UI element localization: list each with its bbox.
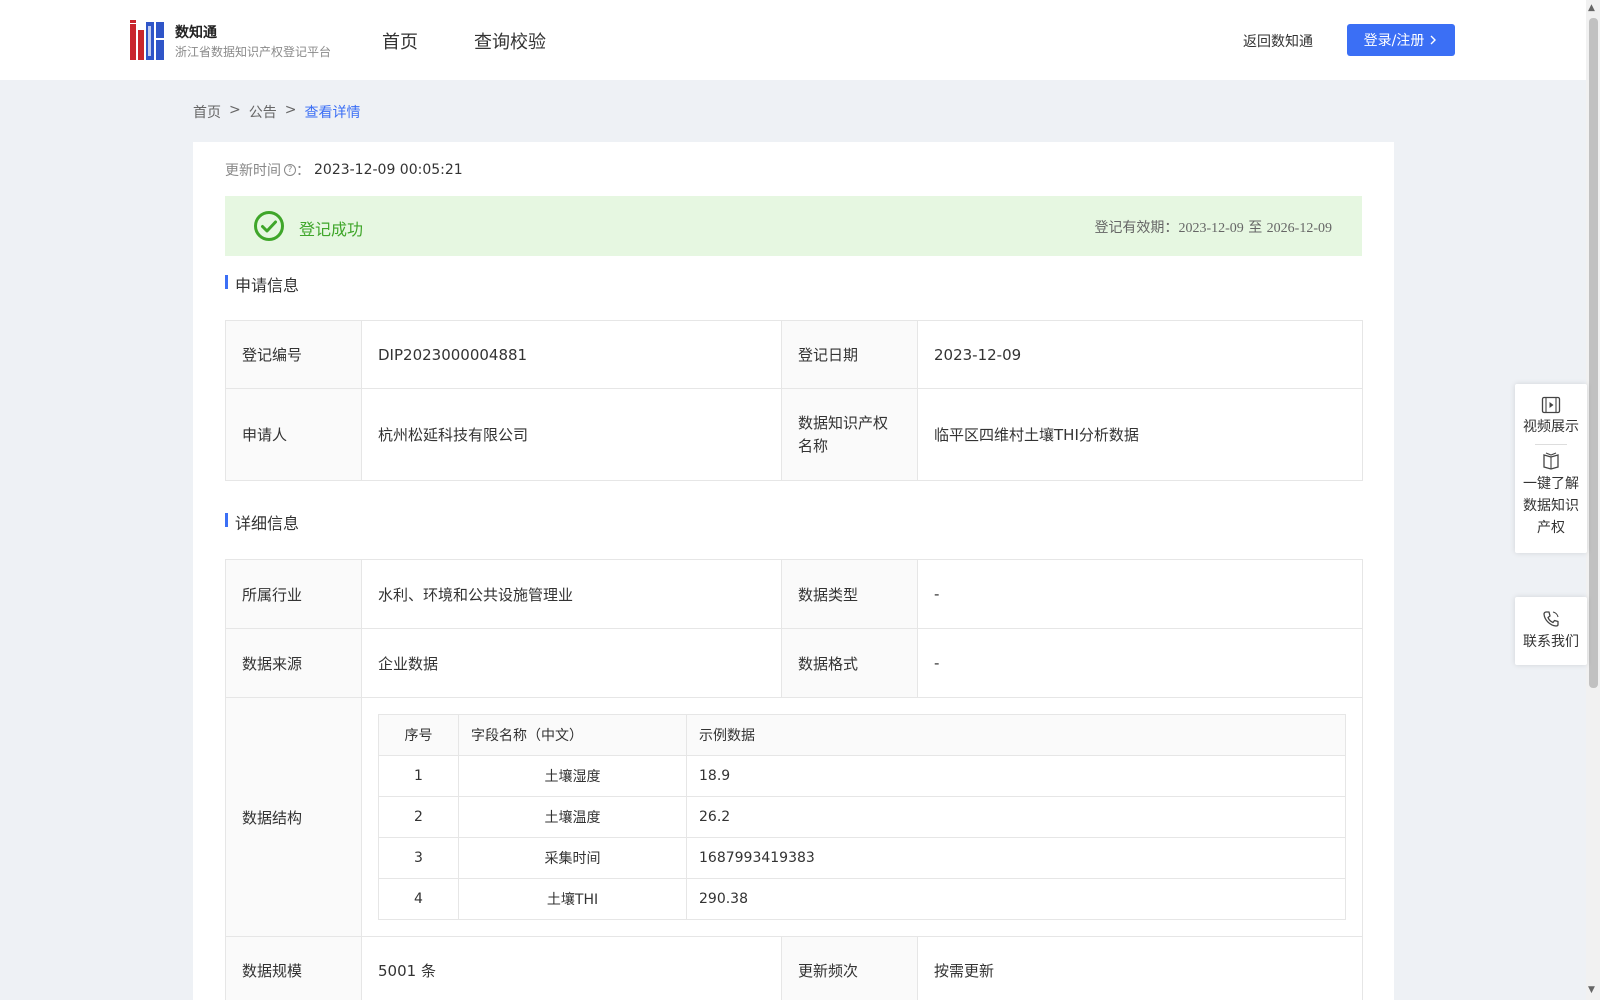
site-logo[interactable] (130, 20, 166, 60)
phone-icon (1543, 611, 1559, 627)
learn-ip-label: 一键了解数据知识产权 (1523, 476, 1579, 536)
table-row: 数据来源 企业数据 数据格式 - (225, 628, 1363, 698)
side-divider (1535, 444, 1567, 445)
brand-name: 数知通 (175, 25, 217, 41)
table-row: 数据结构 序号 字段名称（中文） 示例数据 1 土壤湿度 18.9 2 土壤温度… (225, 697, 1363, 937)
col-header-sample: 示例数据 (686, 714, 1346, 756)
cell-field-name: 土壤湿度 (458, 755, 687, 797)
login-register-button[interactable]: 登录/注册 (1347, 24, 1455, 56)
side-panel-top: 视频展示 一键了解数据知识产权 (1515, 384, 1587, 553)
cell-sample: 26.2 (686, 796, 1346, 838)
scroll-down-icon[interactable]: ▼ (1588, 985, 1595, 995)
breadcrumb-separator: > (229, 102, 241, 118)
validity-to: 至 (1248, 220, 1263, 236)
frequency-value: 按需更新 (917, 936, 1363, 1000)
table-row: 1 土壤湿度 18.9 (378, 755, 1346, 797)
applicant-value: 杭州松延科技有限公司 (361, 388, 782, 481)
applicant-label: 申请人 (225, 388, 362, 481)
video-display-label: 视频展示 (1523, 419, 1579, 435)
cell-index: 3 (378, 837, 459, 879)
scale-label: 数据规模 (225, 936, 362, 1000)
cell-field-name: 土壤温度 (458, 796, 687, 838)
structure-label: 数据结构 (225, 697, 362, 937)
reg-no-value: DIP2023000004881 (361, 320, 782, 389)
side-panel-contact: 联系我们 (1515, 597, 1587, 665)
page-scrollbar[interactable]: ▲ ▼ (1586, 0, 1600, 1000)
status-banner: 登记成功 登记有效期：2023-12-09 至 2026-12-09 (225, 196, 1362, 256)
source-label: 数据来源 (225, 628, 362, 698)
breadcrumb-current: 查看详情 (304, 105, 361, 121)
learn-ip-button[interactable]: 一键了解数据知识产权 (1515, 451, 1587, 539)
application-info-table: 登记编号 DIP2023000004881 登记日期 2023-12-09 申请… (225, 320, 1363, 481)
cell-index: 4 (378, 878, 459, 920)
frequency-label: 更新频次 (781, 936, 918, 1000)
update-time-value: 2023-12-09 00:05:21 (314, 162, 463, 178)
validity-label: 登记有效期： (1094, 220, 1179, 236)
data-type-value: - (917, 559, 1363, 629)
breadcrumb-notice[interactable]: 公告 (249, 102, 277, 122)
breadcrumb-separator: > (284, 102, 297, 118)
cell-sample: 290.38 (686, 878, 1346, 920)
format-value: - (917, 628, 1363, 698)
back-to-shuzhitong-link[interactable]: 返回数知通 (1243, 31, 1313, 51)
detail-card: 更新时间 ? ： 2023-12-09 00:05:21 登记成功 登记有效期：… (193, 142, 1394, 1000)
details-info-table: 所属行业 水利、环境和公共设施管理业 数据类型 - 数据来源 企业数据 数据格式… (225, 559, 1363, 1000)
status-text: 登记成功 (299, 220, 364, 239)
cell-index: 1 (378, 755, 459, 797)
cell-index: 2 (378, 796, 459, 838)
update-time-label: 更新时间 (225, 163, 281, 179)
table-row: 2 土壤温度 26.2 (378, 796, 1346, 838)
source-value: 企业数据 (361, 628, 782, 698)
validity-start: 2023-12-09 (1178, 221, 1244, 236)
brand-subtitle: 浙江省数据知识产权登记平台 (175, 45, 332, 59)
table-row: 所属行业 水利、环境和公共设施管理业 数据类型 - (225, 559, 1363, 629)
col-header-field-name: 字段名称（中文） (458, 714, 687, 756)
top-header: 数知通 浙江省数据知识产权登记平台 首页 查询校验 返回数知通 登录/注册 (0, 0, 1586, 80)
scale-value: 5001 条 (361, 936, 782, 1000)
reg-date-value: 2023-12-09 (917, 320, 1363, 389)
table-row: 登记编号 DIP2023000004881 登记日期 2023-12-09 (225, 320, 1363, 389)
ip-name-label: 数据知识产权名称 (781, 388, 918, 481)
breadcrumb: 首页 > 公告 > 查看详情 (193, 102, 360, 122)
book-icon (1543, 452, 1559, 470)
ip-name-value: 临平区四维村土壤THI分析数据 (917, 388, 1363, 481)
table-row: 3 采集时间 1687993419383 (378, 837, 1346, 879)
section-title-application: 申请信息 (225, 272, 299, 296)
scroll-up-icon[interactable]: ▲ (1588, 3, 1595, 13)
cell-field-name: 土壤THI (458, 878, 687, 920)
cell-sample: 1687993419383 (686, 837, 1346, 879)
chevron-right-icon (1430, 35, 1437, 45)
cell-field-name: 采集时间 (458, 837, 687, 879)
reg-no-label: 登记编号 (225, 320, 362, 389)
data-structure-table: 序号 字段名称（中文） 示例数据 1 土壤湿度 18.9 2 土壤温度 26.2… (378, 714, 1346, 920)
industry-label: 所属行业 (225, 559, 362, 629)
validity-end: 2026-12-09 (1266, 221, 1332, 236)
validity-period: 登记有效期：2023-12-09 至 2026-12-09 (1094, 217, 1332, 237)
video-display-button[interactable]: 视频展示 (1515, 396, 1587, 438)
reg-date-label: 登记日期 (781, 320, 918, 389)
check-circle-icon (254, 211, 284, 241)
nav-query-verify[interactable]: 查询校验 (474, 28, 546, 54)
col-header-index: 序号 (378, 714, 459, 756)
scrollbar-thumb[interactable] (1589, 18, 1598, 688)
table-row: 4 土壤THI 290.38 (378, 878, 1346, 920)
nav-home[interactable]: 首页 (382, 28, 418, 54)
data-type-label: 数据类型 (781, 559, 918, 629)
industry-value: 水利、环境和公共设施管理业 (361, 559, 782, 629)
help-icon[interactable]: ? (284, 164, 296, 176)
table-row: 数据规模 5001 条 更新频次 按需更新 (225, 936, 1363, 1000)
structure-header-row: 序号 字段名称（中文） 示例数据 (378, 714, 1346, 756)
contact-us-button[interactable]: 联系我们 (1515, 609, 1587, 653)
format-label: 数据格式 (781, 628, 918, 698)
cell-sample: 18.9 (686, 755, 1346, 797)
colon: ： (296, 163, 310, 179)
table-row: 申请人 杭州松延科技有限公司 数据知识产权名称 临平区四维村土壤THI分析数据 (225, 388, 1363, 481)
breadcrumb-home[interactable]: 首页 (193, 102, 221, 122)
update-time-row: 更新时间 ? ： 2023-12-09 00:05:21 (225, 160, 463, 180)
video-icon (1541, 396, 1561, 414)
structure-cell: 序号 字段名称（中文） 示例数据 1 土壤湿度 18.9 2 土壤温度 26.2… (361, 697, 1363, 937)
login-register-label: 登录/注册 (1363, 33, 1425, 49)
section-title-details: 详细信息 (225, 510, 299, 534)
contact-us-label: 联系我们 (1523, 634, 1579, 650)
